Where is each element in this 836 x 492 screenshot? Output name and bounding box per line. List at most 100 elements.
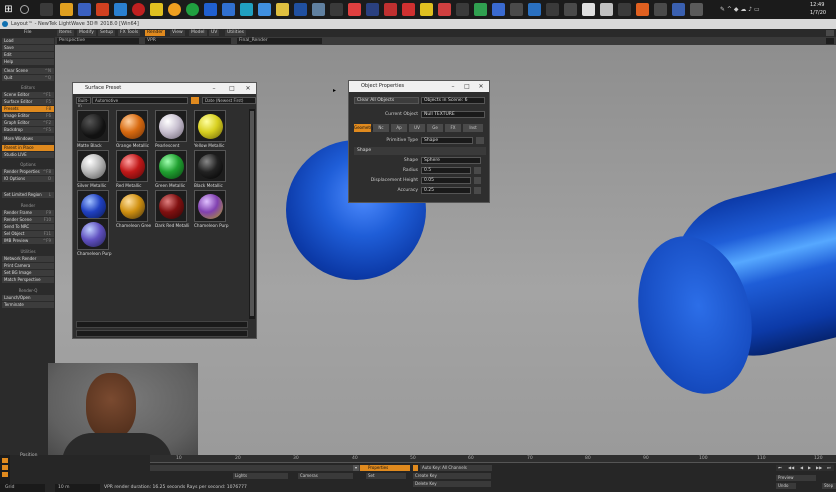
render-properties-button[interactable]: Render Properties ^F8 [2, 169, 54, 175]
io-options-button[interactable]: IO Options O [2, 176, 54, 182]
help-button[interactable]: Help [2, 59, 54, 65]
displacement-input[interactable]: 0.05 [421, 177, 471, 184]
terminate-button[interactable]: Terminate [2, 302, 54, 308]
swatch-yellow-metallic[interactable] [194, 110, 226, 142]
edit-button[interactable]: Edit [2, 52, 54, 58]
quit-button[interactable]: Quit ^Q [2, 75, 54, 81]
launch-open-button[interactable]: Launch/Open [2, 295, 54, 301]
set-button[interactable]: Set [366, 473, 406, 479]
swatch-chameleon-purple[interactable] [194, 190, 226, 222]
send-to-nrc-button[interactable]: Send To NRC [2, 224, 54, 230]
last-frame-icon[interactable]: ⏭ [827, 465, 831, 470]
app-icon[interactable] [402, 3, 415, 16]
network-render-button[interactable]: Network Render [2, 256, 54, 262]
firefox-icon[interactable] [168, 3, 181, 16]
start-icon[interactable]: ⊞ [2, 3, 15, 16]
tab-ap[interactable]: Ap [391, 124, 407, 132]
delete-key-button[interactable]: Delete Key [413, 481, 491, 487]
view-mode-dropdown[interactable]: Perspective [57, 38, 139, 44]
more-windows-button[interactable]: More Windows [2, 136, 54, 142]
swatch-green-metallic[interactable] [155, 150, 187, 182]
tab-inst[interactable]: Inst [463, 124, 483, 132]
swatch-chameleon-green[interactable] [116, 190, 148, 222]
load-button[interactable]: Load [2, 38, 54, 44]
play-icon[interactable]: ▶ [808, 465, 811, 470]
app-icon[interactable] [582, 3, 595, 16]
render-frame-button[interactable]: Render Frame F9 [2, 210, 54, 216]
app-icon[interactable] [78, 3, 91, 16]
preset-scrollbar[interactable] [249, 109, 255, 319]
lightwave-icon[interactable] [240, 3, 253, 16]
match-perspective-button[interactable]: Match Perspective [2, 277, 54, 283]
first-frame-icon[interactable]: ⏮ [778, 465, 782, 470]
item-selector-bar[interactable] [150, 465, 360, 471]
minimize-icon[interactable]: – [447, 81, 459, 92]
imb-preview-button[interactable]: IMB Preview ^F9 [2, 238, 54, 244]
envelope-icon[interactable] [474, 167, 481, 174]
library-dropdown[interactable]: Built-in [76, 97, 91, 108]
next-key-icon[interactable]: ▶▶ [816, 465, 822, 470]
preview-dropdown[interactable]: Preview [776, 475, 816, 481]
app-icon[interactable] [330, 3, 343, 16]
app-icon[interactable] [456, 3, 469, 16]
preset-description-field[interactable] [76, 330, 248, 337]
app-icon[interactable] [294, 3, 307, 16]
app-icon[interactable] [474, 3, 487, 16]
swatch-red-metallic[interactable] [116, 150, 148, 182]
tab-uv[interactable]: UV [209, 30, 220, 36]
backdrop-button[interactable]: Backdrop ^F5 [2, 127, 54, 133]
app-icon[interactable] [258, 3, 271, 16]
studio-live-button[interactable]: Studio LIVE [2, 152, 54, 158]
tab-modify[interactable]: Modify [77, 30, 96, 36]
app-icon[interactable] [420, 3, 433, 16]
auto-key-checkbox[interactable] [413, 465, 418, 471]
tab-render[interactable]: Render [145, 30, 166, 36]
envelope-icon[interactable] [474, 187, 481, 194]
z-axis-icon[interactable] [2, 472, 8, 477]
lights-button[interactable]: Lights [233, 473, 288, 479]
shape-section-header[interactable]: Shape [354, 147, 486, 155]
tab-utilities[interactable]: Utilities [225, 30, 246, 36]
tab-fx-tools[interactable]: FX Tools [118, 30, 141, 36]
app-icon[interactable] [690, 3, 703, 16]
preset-settings-icon[interactable] [191, 97, 199, 104]
swatch-silver-metallic[interactable] [77, 150, 109, 182]
image-editor-button[interactable]: Image Editor F6 [2, 113, 54, 119]
category-dropdown[interactable]: Automotive [92, 97, 188, 104]
app-icon[interactable] [366, 3, 379, 16]
camera-dropdown[interactable]: Final_Render [237, 38, 322, 44]
auto-key-dropdown[interactable]: Auto Key: All Channels [420, 465, 492, 471]
app-icon[interactable] [150, 3, 163, 16]
app-icon[interactable] [618, 3, 631, 16]
save-button[interactable]: Save [2, 45, 54, 51]
render-scene-button[interactable]: Render Scene F10 [2, 217, 54, 223]
app-icon[interactable] [636, 3, 649, 16]
maximize-icon[interactable]: □ [461, 81, 473, 92]
app-icon[interactable] [222, 3, 235, 16]
sel-object-button[interactable]: Sel Object F11 [2, 231, 54, 237]
tab-geometry[interactable]: Geometry [354, 124, 374, 132]
menu-options-icon[interactable] [826, 30, 834, 36]
tab-setup[interactable]: Setup [98, 30, 116, 36]
play-reverse-icon[interactable]: ◀ [800, 465, 803, 470]
clock-time[interactable]: 12:49 [810, 2, 836, 9]
app-icon[interactable] [528, 3, 541, 16]
timeline-ruler[interactable] [150, 455, 836, 463]
clock-date[interactable]: 1/7/20 [810, 10, 836, 17]
playback-controls[interactable]: ⏮ ◀◀ ◀ ▶ ▶▶ ⏭ [776, 465, 834, 471]
tab-ge[interactable]: Ge [427, 124, 443, 132]
set-bg-image-button[interactable]: Set BG Image [2, 270, 54, 276]
surface-editor-button[interactable]: Surface Editor F5 [2, 99, 54, 105]
swatch-orange-metallic[interactable] [116, 110, 148, 142]
sort-dropdown[interactable]: Date (Newest First) [202, 97, 256, 104]
primitive-type-dropdown[interactable]: Shape [421, 137, 473, 144]
maximize-icon[interactable]: □ [226, 83, 238, 94]
app-icon[interactable] [546, 3, 559, 16]
edge-icon[interactable] [204, 3, 217, 16]
opera-icon[interactable] [132, 3, 145, 16]
chevron-down-icon[interactable]: ▾ [353, 465, 359, 471]
app-icon[interactable] [114, 3, 127, 16]
app-icon[interactable] [96, 3, 109, 16]
cameras-button[interactable]: Cameras [298, 473, 353, 479]
app-icon[interactable] [672, 3, 685, 16]
